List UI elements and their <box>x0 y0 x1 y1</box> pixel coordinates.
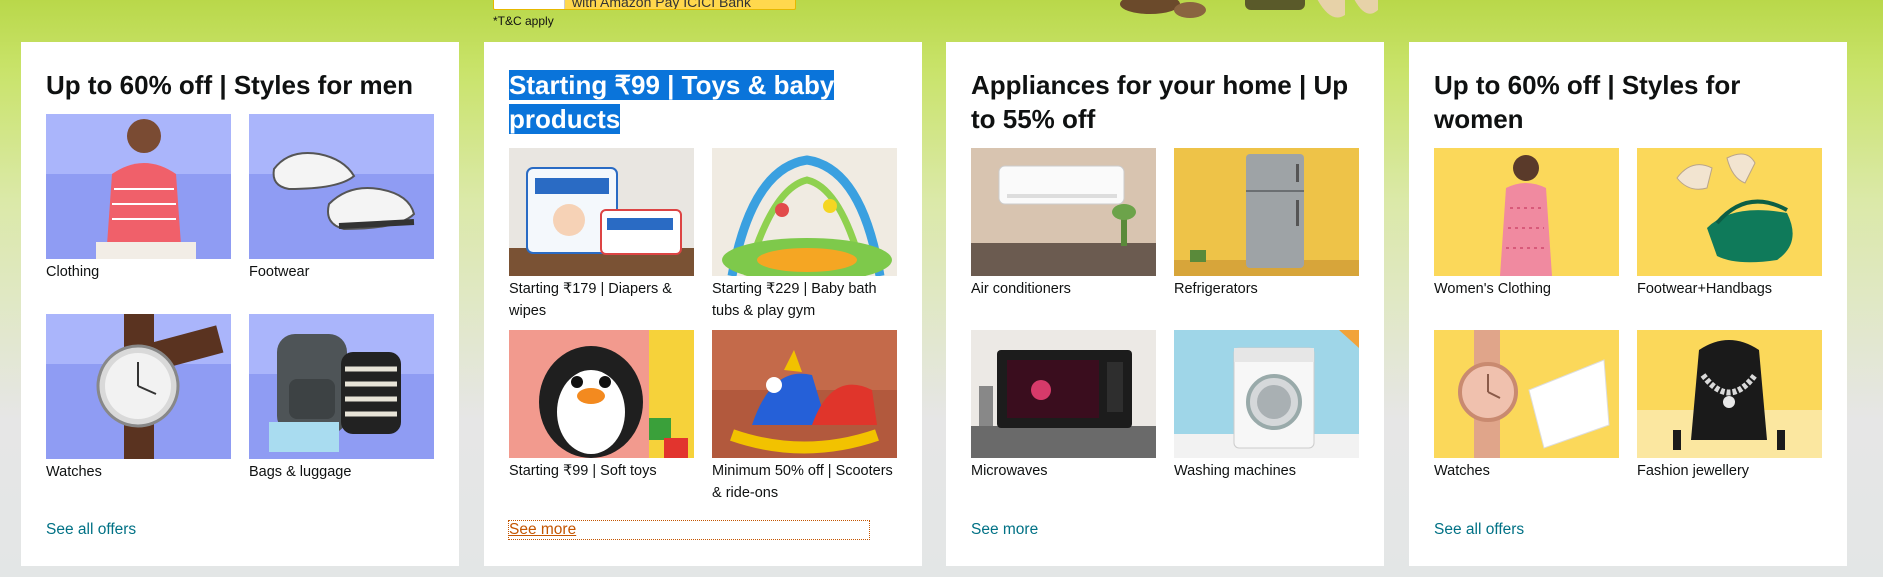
tile-label[interactable]: Air conditioners <box>971 278 1156 300</box>
tile-label[interactable]: Microwaves <box>971 460 1156 482</box>
play-gym-icon[interactable] <box>712 148 897 276</box>
tile-footwear[interactable]: Footwear <box>249 114 434 283</box>
tile-fashion-jewellery[interactable]: Fashion jewellery <box>1637 330 1822 482</box>
tile-ride-ons[interactable]: Minimum 50% off | Scooters & ride-ons <box>712 330 897 504</box>
tile-label[interactable]: Starting ₹179 | Diapers & wipes <box>509 278 694 322</box>
toys-baby-card: Starting ₹99 | Toys & baby products Star… <box>484 42 922 566</box>
card-logo-icon <box>494 0 565 9</box>
tile-label[interactable]: Washing machines <box>1174 460 1359 482</box>
tile-watches[interactable]: Watches <box>46 314 231 483</box>
watch-icon[interactable] <box>46 314 231 459</box>
men-styles-card: Up to 60% off | Styles for men Clothing … <box>21 42 459 566</box>
card-title: Up to 60% off | Styles for men <box>46 70 413 100</box>
card-title: Up to 60% off | Styles for women <box>1434 70 1741 134</box>
tile-label[interactable]: Bags & luggage <box>249 461 434 483</box>
tile-washing-machines[interactable]: Washing machines <box>1174 330 1359 482</box>
tile-label[interactable]: Footwear+Handbags <box>1637 278 1822 300</box>
tile-label[interactable]: Fashion jewellery <box>1637 460 1822 482</box>
see-all-offers-link[interactable]: See all offers <box>1434 521 1524 539</box>
tile-footwear-handbags[interactable]: Footwear+Handbags <box>1637 148 1822 300</box>
promo-banner[interactable]: with Amazon Pay ICICI Bank *T&C apply <box>0 0 1883 42</box>
sneakers-icon[interactable] <box>249 114 434 259</box>
tile-refrigerators[interactable]: Refrigerators <box>1174 148 1359 300</box>
ride-on-toy-icon[interactable] <box>712 330 897 458</box>
see-more-link[interactable]: See more <box>971 521 1038 539</box>
shoes-banner-image <box>1120 0 1378 18</box>
tile-air-conditioners[interactable]: Air conditioners <box>971 148 1156 300</box>
bank-offer-chip[interactable]: with Amazon Pay ICICI Bank <box>493 0 796 10</box>
dress-icon[interactable] <box>1434 148 1619 276</box>
washing-machine-icon[interactable] <box>1174 330 1359 458</box>
selected-title-text: Starting ₹99 | Toys & baby products <box>509 70 835 134</box>
tile-label[interactable]: Starting ₹99 | Soft toys <box>509 460 694 482</box>
air-conditioner-icon[interactable] <box>971 148 1156 276</box>
see-more-link[interactable]: See more <box>508 520 870 540</box>
handbag-icon[interactable] <box>1637 148 1822 276</box>
necklace-icon[interactable] <box>1637 330 1822 458</box>
appliances-card: Appliances for your home | Up to 55% off… <box>946 42 1384 566</box>
person-icon[interactable] <box>46 114 231 259</box>
tile-label[interactable]: Clothing <box>46 261 231 283</box>
refrigerator-icon[interactable] <box>1174 148 1359 276</box>
tile-diapers[interactable]: Starting ₹179 | Diapers & wipes <box>509 148 694 322</box>
tile-watches[interactable]: Watches <box>1434 330 1619 482</box>
backpack-icon[interactable] <box>249 314 434 459</box>
tile-label[interactable]: Watches <box>46 461 231 483</box>
tile-label[interactable]: Starting ₹229 | Baby bath tubs & play gy… <box>712 278 897 322</box>
women-styles-card: Up to 60% off | Styles for women Women's… <box>1409 42 1847 566</box>
tile-label[interactable]: Footwear <box>249 261 434 283</box>
watch-icon[interactable] <box>1434 330 1619 458</box>
tile-play-gym[interactable]: Starting ₹229 | Baby bath tubs & play gy… <box>712 148 897 322</box>
diapers-icon[interactable] <box>509 148 694 276</box>
bank-offer-text: with Amazon Pay ICICI Bank <box>572 0 751 10</box>
see-all-offers-link[interactable]: See all offers <box>46 521 136 539</box>
tile-label[interactable]: Minimum 50% off | Scooters & ride-ons <box>712 460 897 504</box>
tile-label[interactable]: Women's Clothing <box>1434 278 1619 300</box>
terms-note: *T&C apply <box>493 14 554 28</box>
tile-clothing[interactable]: Clothing <box>46 114 231 283</box>
card-title: Starting ₹99 | Toys & baby products <box>509 68 909 136</box>
tile-label[interactable]: Watches <box>1434 460 1619 482</box>
tile-womens-clothing[interactable]: Women's Clothing <box>1434 148 1619 300</box>
card-title: Appliances for your home | Up to 55% off <box>971 70 1349 134</box>
tile-bags[interactable]: Bags & luggage <box>249 314 434 483</box>
microwave-icon[interactable] <box>971 330 1156 458</box>
tile-soft-toys[interactable]: Starting ₹99 | Soft toys <box>509 330 694 482</box>
tile-label[interactable]: Refrigerators <box>1174 278 1359 300</box>
tile-microwaves[interactable]: Microwaves <box>971 330 1156 482</box>
penguin-toy-icon[interactable] <box>509 330 694 458</box>
